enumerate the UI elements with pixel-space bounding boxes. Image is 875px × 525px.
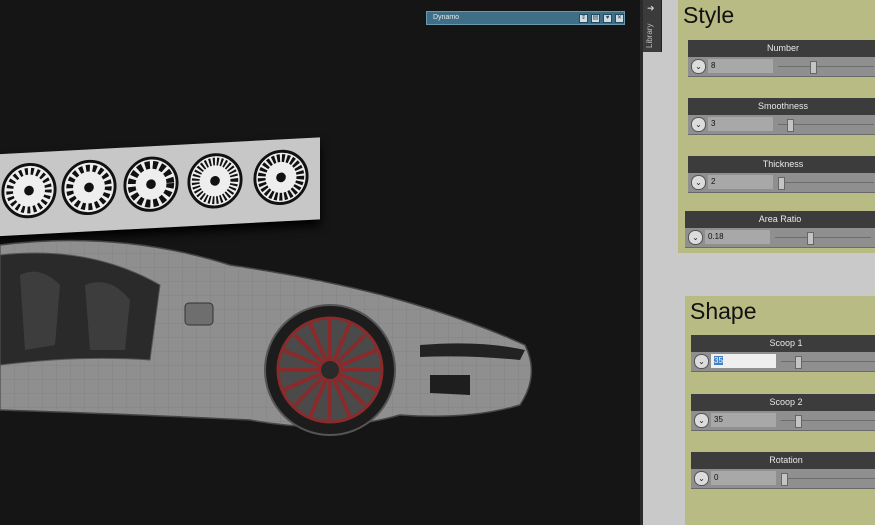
expand-icon[interactable]: ⌄ bbox=[688, 230, 703, 245]
dynamo-graph-canvas[interactable]: Style Shape Number ⌄ 8 Smoothness ⌄ 3 Thic… bbox=[643, 0, 875, 525]
slider-track[interactable] bbox=[775, 237, 871, 238]
slider-thumb[interactable] bbox=[807, 232, 814, 245]
number-slider-node[interactable]: Number ⌄ 8 bbox=[688, 40, 875, 77]
3d-viewport[interactable]: Dynamo ⇕ ▤ ♥ ✕ bbox=[0, 0, 640, 525]
wheel-variant-2-icon bbox=[61, 159, 117, 216]
slider-thumb[interactable] bbox=[787, 119, 794, 132]
close-icon[interactable]: ✕ bbox=[615, 14, 624, 23]
slider-thumb[interactable] bbox=[795, 415, 802, 428]
wheel-variant-4-icon bbox=[187, 153, 243, 209]
rotation-slider-node[interactable]: Rotation ⌄ 0 bbox=[691, 452, 875, 489]
expand-arrow-icon[interactable]: ➜ bbox=[647, 3, 655, 14]
node-title: Thickness bbox=[688, 156, 875, 173]
value-field-editing[interactable]: 35 bbox=[711, 354, 776, 368]
node-title: Scoop 1 bbox=[691, 335, 875, 352]
expand-icon[interactable]: ⌄ bbox=[694, 471, 709, 486]
slider-track[interactable] bbox=[781, 478, 875, 479]
scoop-2-slider-node[interactable]: Scoop 2 ⌄ 35 bbox=[691, 394, 875, 431]
node-title: Area Ratio bbox=[685, 211, 875, 228]
style-group-title: Style bbox=[683, 2, 735, 28]
smoothness-slider-node[interactable]: Smoothness ⌄ 3 bbox=[688, 98, 875, 135]
value-field[interactable]: 35 bbox=[711, 413, 776, 427]
wheel-variant-3-icon bbox=[123, 156, 179, 212]
expand-icon[interactable]: ⌄ bbox=[694, 354, 709, 369]
node-title: Smoothness bbox=[688, 98, 875, 115]
dock-icon[interactable]: ▤ bbox=[591, 14, 600, 23]
expand-icon[interactable]: ⌄ bbox=[694, 413, 709, 428]
value-field[interactable]: 8 bbox=[708, 59, 773, 73]
expand-icon[interactable]: ⌄ bbox=[691, 59, 706, 74]
shape-group-title: Shape bbox=[690, 298, 757, 324]
dynamo-title: Dynamo bbox=[433, 14, 460, 21]
scoop-1-slider-node[interactable]: Scoop 1 ⌄ 35 bbox=[691, 335, 875, 372]
slider-track[interactable] bbox=[778, 66, 874, 67]
slider-track[interactable] bbox=[778, 182, 874, 183]
wheel-variant-1-icon bbox=[1, 163, 57, 219]
area-ratio-slider-node[interactable]: Area Ratio ⌄ 0.18 bbox=[685, 211, 875, 248]
wheel-variations-strip bbox=[0, 137, 320, 237]
restore-icon[interactable]: ⇕ bbox=[579, 14, 588, 23]
car-model-icon bbox=[0, 239, 533, 436]
value-field[interactable]: 0 bbox=[711, 471, 776, 485]
library-panel-tab[interactable]: ➜ Library bbox=[643, 0, 662, 52]
slider-thumb[interactable] bbox=[778, 177, 785, 190]
wheel-variant-5-icon bbox=[253, 149, 309, 205]
value-field[interactable]: 0.18 bbox=[705, 230, 770, 244]
selected-text: 35 bbox=[714, 356, 723, 365]
expand-icon[interactable]: ⌄ bbox=[691, 175, 706, 190]
slider-thumb[interactable] bbox=[795, 356, 802, 369]
expand-icon[interactable]: ⌄ bbox=[691, 117, 706, 132]
node-title: Number bbox=[688, 40, 875, 57]
library-label: Library bbox=[645, 23, 654, 48]
value-field[interactable]: 3 bbox=[708, 117, 773, 131]
slider-thumb[interactable] bbox=[781, 473, 788, 486]
value-field[interactable]: 2 bbox=[708, 175, 773, 189]
thickness-slider-node[interactable]: Thickness ⌄ 2 bbox=[688, 156, 875, 193]
dynamo-titlebar[interactable]: Dynamo ⇕ ▤ ♥ ✕ bbox=[426, 11, 625, 25]
node-title: Scoop 2 bbox=[691, 394, 875, 411]
node-title: Rotation bbox=[691, 452, 875, 469]
slider-thumb[interactable] bbox=[810, 61, 817, 74]
heart-icon[interactable]: ♥ bbox=[603, 14, 612, 23]
